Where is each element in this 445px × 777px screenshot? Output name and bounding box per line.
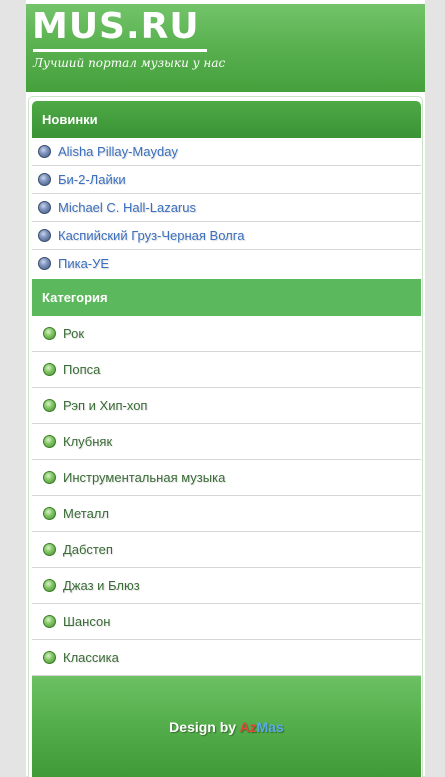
site-footer: Design by AzMas: [32, 676, 421, 777]
bullet-icon: [43, 435, 56, 448]
news-heading: Новинки: [32, 101, 421, 138]
footer-credit: Design by AzMas: [169, 719, 284, 735]
news-item[interactable]: Би-2-Лайки: [32, 166, 421, 194]
page: MUS.RU Лучший портал музыки у нас Новинк…: [26, 0, 425, 777]
category-item-label[interactable]: Джаз и Блюз: [63, 578, 140, 593]
bullet-icon: [38, 173, 51, 186]
bullet-icon: [43, 507, 56, 520]
news-item[interactable]: Michael C. Hall-Lazarus: [32, 194, 421, 222]
category-item-label[interactable]: Металл: [63, 506, 109, 521]
bullet-icon: [38, 145, 51, 158]
category-item[interactable]: Джаз и Блюз: [32, 568, 421, 604]
bullet-icon: [38, 229, 51, 242]
bullet-icon: [43, 399, 56, 412]
logo-underline: [33, 49, 207, 52]
sidebar-container: Новинки Alisha Pillay-Mayday Би-2-Лайки …: [28, 96, 423, 777]
category-item-label[interactable]: Рэп и Хип-хоп: [63, 398, 147, 413]
category-item-label[interactable]: Рок: [63, 326, 84, 341]
news-item-label[interactable]: Би-2-Лайки: [58, 172, 126, 187]
category-item[interactable]: Клубняк: [32, 424, 421, 460]
news-item-label[interactable]: Alisha Pillay-Mayday: [58, 144, 178, 159]
category-item[interactable]: Металл: [32, 496, 421, 532]
bullet-icon: [43, 363, 56, 376]
category-item[interactable]: Классика: [32, 640, 421, 676]
bullet-icon: [38, 201, 51, 214]
footer-brand-mas[interactable]: Mas: [257, 719, 284, 735]
footer-brand-az[interactable]: Az: [239, 719, 256, 735]
news-list: Alisha Pillay-Mayday Би-2-Лайки Michael …: [32, 138, 421, 277]
news-item[interactable]: Каспийский Груз-Черная Волга: [32, 222, 421, 250]
bullet-icon: [43, 471, 56, 484]
category-item[interactable]: Рок: [32, 316, 421, 352]
news-item[interactable]: Пика-УЕ: [32, 250, 421, 277]
site-tagline: Лучший портал музыки у нас: [33, 56, 226, 70]
news-panel: Новинки Alisha Pillay-Mayday Би-2-Лайки …: [32, 101, 421, 277]
news-item-label[interactable]: Michael C. Hall-Lazarus: [58, 200, 196, 215]
bullet-icon: [43, 543, 56, 556]
categories-heading: Категория: [32, 279, 421, 316]
category-list: Рок Попса Рэп и Хип-хоп Клубняк Инструме…: [32, 316, 421, 676]
bullet-icon: [43, 579, 56, 592]
bullet-icon: [43, 651, 56, 664]
news-item-label[interactable]: Каспийский Груз-Черная Волга: [58, 228, 244, 243]
category-item-label[interactable]: Попса: [63, 362, 100, 377]
bullet-icon: [43, 327, 56, 340]
categories-panel: Категория Рок Попса Рэп и Хип-хоп Клубня…: [32, 279, 421, 676]
category-item[interactable]: Попса: [32, 352, 421, 388]
category-item[interactable]: Рэп и Хип-хоп: [32, 388, 421, 424]
category-item[interactable]: Шансон: [32, 604, 421, 640]
news-item-label[interactable]: Пика-УЕ: [58, 256, 109, 271]
category-item-label[interactable]: Классика: [63, 650, 119, 665]
category-item-label[interactable]: Шансон: [63, 614, 110, 629]
site-logo[interactable]: MUS.RU: [32, 6, 200, 48]
news-item[interactable]: Alisha Pillay-Mayday: [32, 138, 421, 166]
category-item-label[interactable]: Дабстеп: [63, 542, 113, 557]
bullet-icon: [43, 615, 56, 628]
category-item[interactable]: Дабстеп: [32, 532, 421, 568]
site-header: MUS.RU Лучший портал музыки у нас: [26, 4, 425, 92]
category-item[interactable]: Инструментальная музыка: [32, 460, 421, 496]
category-item-label[interactable]: Клубняк: [63, 434, 112, 449]
bullet-icon: [38, 257, 51, 270]
category-item-label[interactable]: Инструментальная музыка: [63, 470, 225, 485]
footer-prefix: Design by: [169, 718, 240, 735]
